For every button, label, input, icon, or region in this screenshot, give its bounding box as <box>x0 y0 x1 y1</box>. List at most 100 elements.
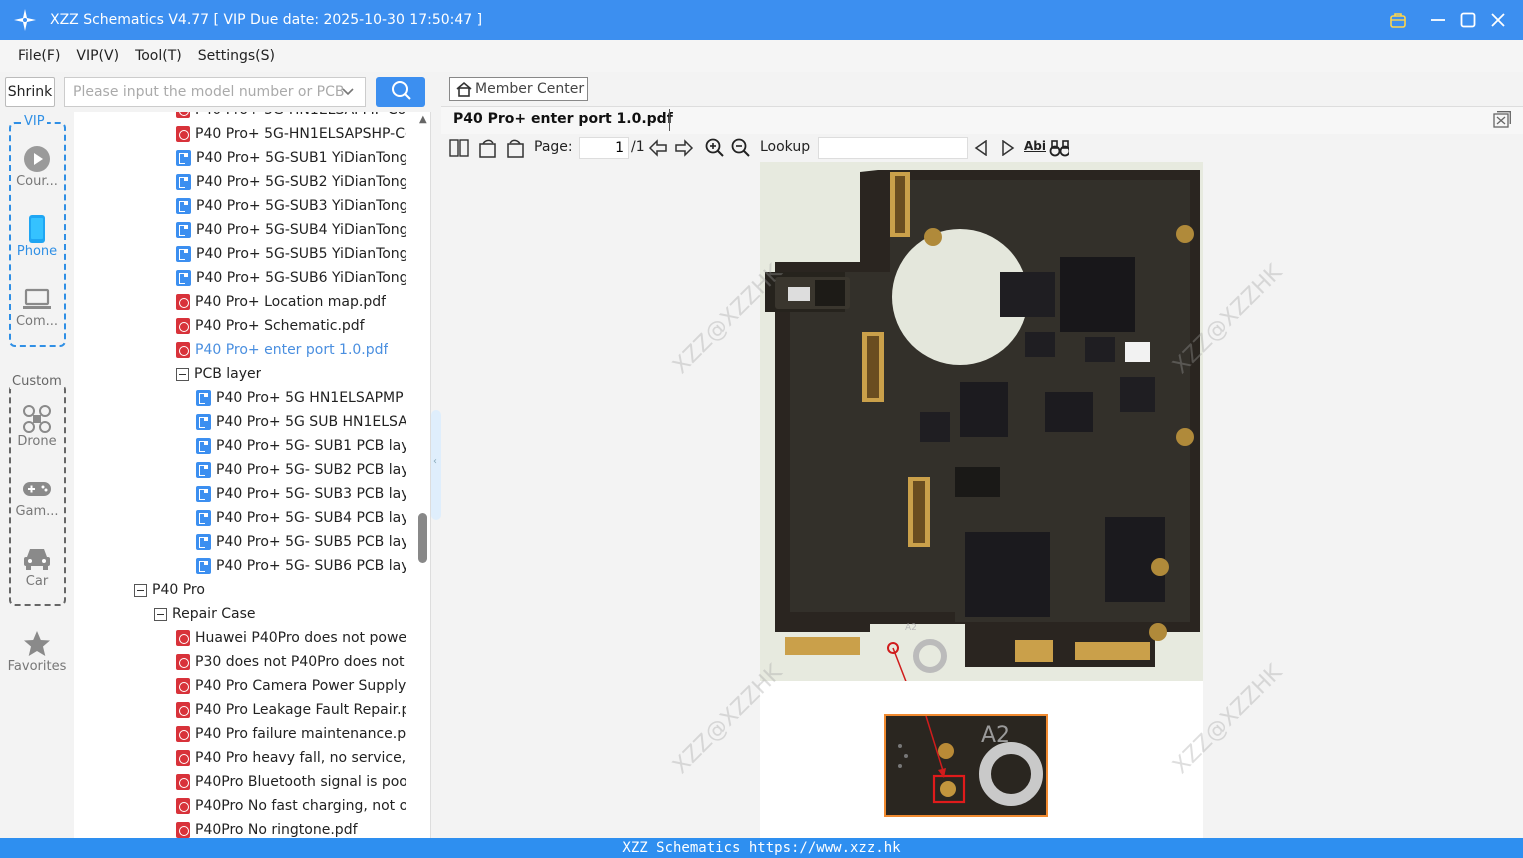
tree-file[interactable]: P40 Pro+ 5G-SUB4 YiDianTong. <box>176 218 406 242</box>
star-icon <box>4 629 70 659</box>
rail-item-game[interactable]: Gam... <box>4 474 70 519</box>
minimize-button[interactable] <box>1426 8 1450 32</box>
tree-file[interactable]: P40 Pro+ 5G-HN1ELSAPMP-Co <box>176 112 406 122</box>
arrow-left-icon[interactable] <box>648 138 668 158</box>
rotate-right-icon[interactable] <box>505 138 525 158</box>
find-next-icon[interactable] <box>998 138 1018 158</box>
zoom-detail-photo: A2 <box>884 714 1048 817</box>
tree-file[interactable]: P40 Pro heavy fall, no service, n <box>176 746 406 770</box>
pdf-file-icon <box>176 630 190 646</box>
tree-file[interactable]: P40 Pro+ 5G SUB HN1ELSAP <box>196 410 406 434</box>
tree-file[interactable]: P40 Pro failure maintenance.pd <box>176 722 406 746</box>
arrow-right-icon[interactable] <box>674 138 694 158</box>
pcb-file-icon <box>176 174 191 190</box>
pdf-viewer[interactable]: A2 A2 XZZ@XZZHK XZZ@XZZHK XZZ@XZZHK XZZ@… <box>441 162 1523 838</box>
tree-item-label: Huawei P40Pro does not power <box>195 630 406 646</box>
binoculars-icon[interactable] <box>1049 138 1069 158</box>
tree-file[interactable]: P40 Pro+ 5G-SUB3 YiDianTong. <box>176 194 406 218</box>
search-button[interactable] <box>376 77 425 107</box>
document-tab[interactable]: P40 Pro+ enter port 1.0.pdf <box>453 111 673 127</box>
tree-file[interactable]: P40 Pro+ 5G- SUB4 PCB laye <box>196 506 406 530</box>
pdf-file-icon <box>176 750 190 766</box>
close-button[interactable] <box>1486 8 1510 32</box>
pdf-file-icon <box>176 654 190 670</box>
tree-folder[interactable]: Repair Case <box>154 602 406 626</box>
rail-item-computer[interactable]: Com... <box>4 284 70 329</box>
member-center-button[interactable]: Member Center <box>449 77 588 101</box>
tree-item-label: P40 Pro+ 5G-SUB4 YiDianTong. <box>196 222 406 238</box>
shrink-button[interactable]: Shrink <box>5 77 55 107</box>
tree-file[interactable]: P40 Pro+ 5G-HN1ELSAPSHP-Cc <box>176 122 406 146</box>
scroll-up-icon[interactable]: ▲ <box>419 114 427 125</box>
tree-file[interactable]: P40 Pro+ 5G- SUB1 PCB laye <box>196 434 406 458</box>
tree-file[interactable]: P40 Pro Camera Power Supply T <box>176 674 406 698</box>
tree-file[interactable]: P40 Pro Leakage Fault Repair.pc <box>176 698 406 722</box>
rail-item-drone[interactable]: Drone <box>4 404 70 449</box>
tree-item-label: P40 Pro+ 5G- SUB6 PCB laye <box>216 558 406 574</box>
two-page-view-icon[interactable] <box>449 138 469 158</box>
tree-file[interactable]: P40 Pro+ 5G- SUB6 PCB laye <box>196 554 406 578</box>
tree-item-label: P40 Pro+ 5G-HN1ELSAPSHP-Cc <box>195 126 406 142</box>
pdf-file-icon <box>176 126 190 142</box>
tree-file[interactable]: P40Pro Bluetooth signal is poor <box>176 770 406 794</box>
menu-settings[interactable]: Settings(S) <box>198 48 275 64</box>
lookup-input[interactable] <box>818 137 968 159</box>
menu-tool[interactable]: Tool(T) <box>135 48 182 64</box>
tree-file[interactable]: P40 Pro+ 5G-SUB5 YiDianTong. <box>176 242 406 266</box>
rail-item-label: Drone <box>17 434 57 449</box>
zoom-out-icon[interactable] <box>731 138 751 158</box>
rail-item-label: Com... <box>15 314 59 329</box>
tree-file[interactable]: P40 Pro+ 5G-SUB1 YiDianTong. <box>176 146 406 170</box>
rail-item-phone[interactable]: Phone <box>4 214 70 259</box>
pcb-file-icon <box>196 558 211 574</box>
window-title: XZZ Schematics V4.77 [ VIP Due date: 202… <box>50 12 483 28</box>
vip-bag-icon[interactable] <box>1386 8 1410 32</box>
tree-file[interactable]: P40Pro No ringtone.pdf <box>176 818 406 838</box>
tree-file[interactable]: P40Pro No fast charging, not or <box>176 794 406 818</box>
chevron-down-icon[interactable] <box>340 84 356 100</box>
tree-file[interactable]: P40 Pro+ 5G-SUB6 YiDianTong. <box>176 266 406 290</box>
rotate-left-icon[interactable] <box>478 138 498 158</box>
pcb-file-icon <box>176 150 191 166</box>
close-tab-icon[interactable] <box>1493 111 1511 129</box>
rail-item-car[interactable]: Car <box>4 544 70 589</box>
tree-file[interactable]: P40 Pro+ 5G- SUB3 PCB laye <box>196 482 406 506</box>
search-input[interactable] <box>64 77 366 107</box>
tree-item-label: P40 Pro+ 5G-SUB1 YiDianTong. <box>196 150 406 166</box>
tree-file[interactable]: P30 does not P40Pro does not c <box>176 650 406 674</box>
tree-file[interactable]: P40 Pro+ 5G- SUB5 PCB laye <box>196 530 406 554</box>
rail-item-favorites[interactable]: Favorites <box>4 629 70 674</box>
menu-vip[interactable]: VIP(V) <box>76 48 119 64</box>
custom-group-label: Custom <box>10 374 64 389</box>
tree-folder[interactable]: PCB layer <box>176 362 406 386</box>
collapse-icon[interactable] <box>134 583 147 597</box>
match-case-button[interactable]: Abi <box>1024 139 1046 153</box>
tree-file[interactable]: P40 Pro+ 5G- SUB2 PCB laye <box>196 458 406 482</box>
maximize-button[interactable] <box>1456 8 1480 32</box>
rail-item-courses[interactable]: Cour... <box>4 144 70 189</box>
rail-item-label: Car <box>25 574 49 589</box>
zoom-in-icon[interactable] <box>705 138 725 158</box>
find-previous-icon[interactable] <box>971 138 991 158</box>
tree-scrollbar[interactable] <box>418 513 427 563</box>
collapse-icon[interactable] <box>154 607 167 621</box>
tree-file[interactable]: P40 Pro+ 5G-SUB2 YiDianTong. <box>176 170 406 194</box>
rail-item-label: Phone <box>16 244 58 259</box>
tree-file[interactable]: P40 Pro+ 5G HN1ELSAPMP I <box>196 386 406 410</box>
tree-item-label: P40 Pro failure maintenance.pd <box>195 726 406 742</box>
tree-file[interactable]: Huawei P40Pro does not power <box>176 626 406 650</box>
tab-divider <box>669 109 670 131</box>
tree-item-label: P40 Pro+ 5G-HN1ELSAPMP-Co <box>195 112 406 118</box>
tree-file[interactable]: P40 Pro+ enter port 1.0.pdf <box>176 338 406 362</box>
pcb-file-icon <box>196 486 211 502</box>
tree-file[interactable]: P40 Pro+ Location map.pdf <box>176 290 406 314</box>
lookup-label: Lookup <box>760 139 811 155</box>
collapse-icon[interactable] <box>176 367 189 381</box>
tree-folder[interactable]: P40 Pro <box>134 578 406 602</box>
pcb-file-icon <box>176 246 191 262</box>
panel-splitter[interactable]: ‹ <box>431 410 441 520</box>
menu-file[interactable]: File(F) <box>18 48 60 64</box>
tree-file[interactable]: P40 Pro+ Schematic.pdf <box>176 314 406 338</box>
app-logo-icon <box>12 7 38 33</box>
page-number-input[interactable] <box>579 137 629 159</box>
